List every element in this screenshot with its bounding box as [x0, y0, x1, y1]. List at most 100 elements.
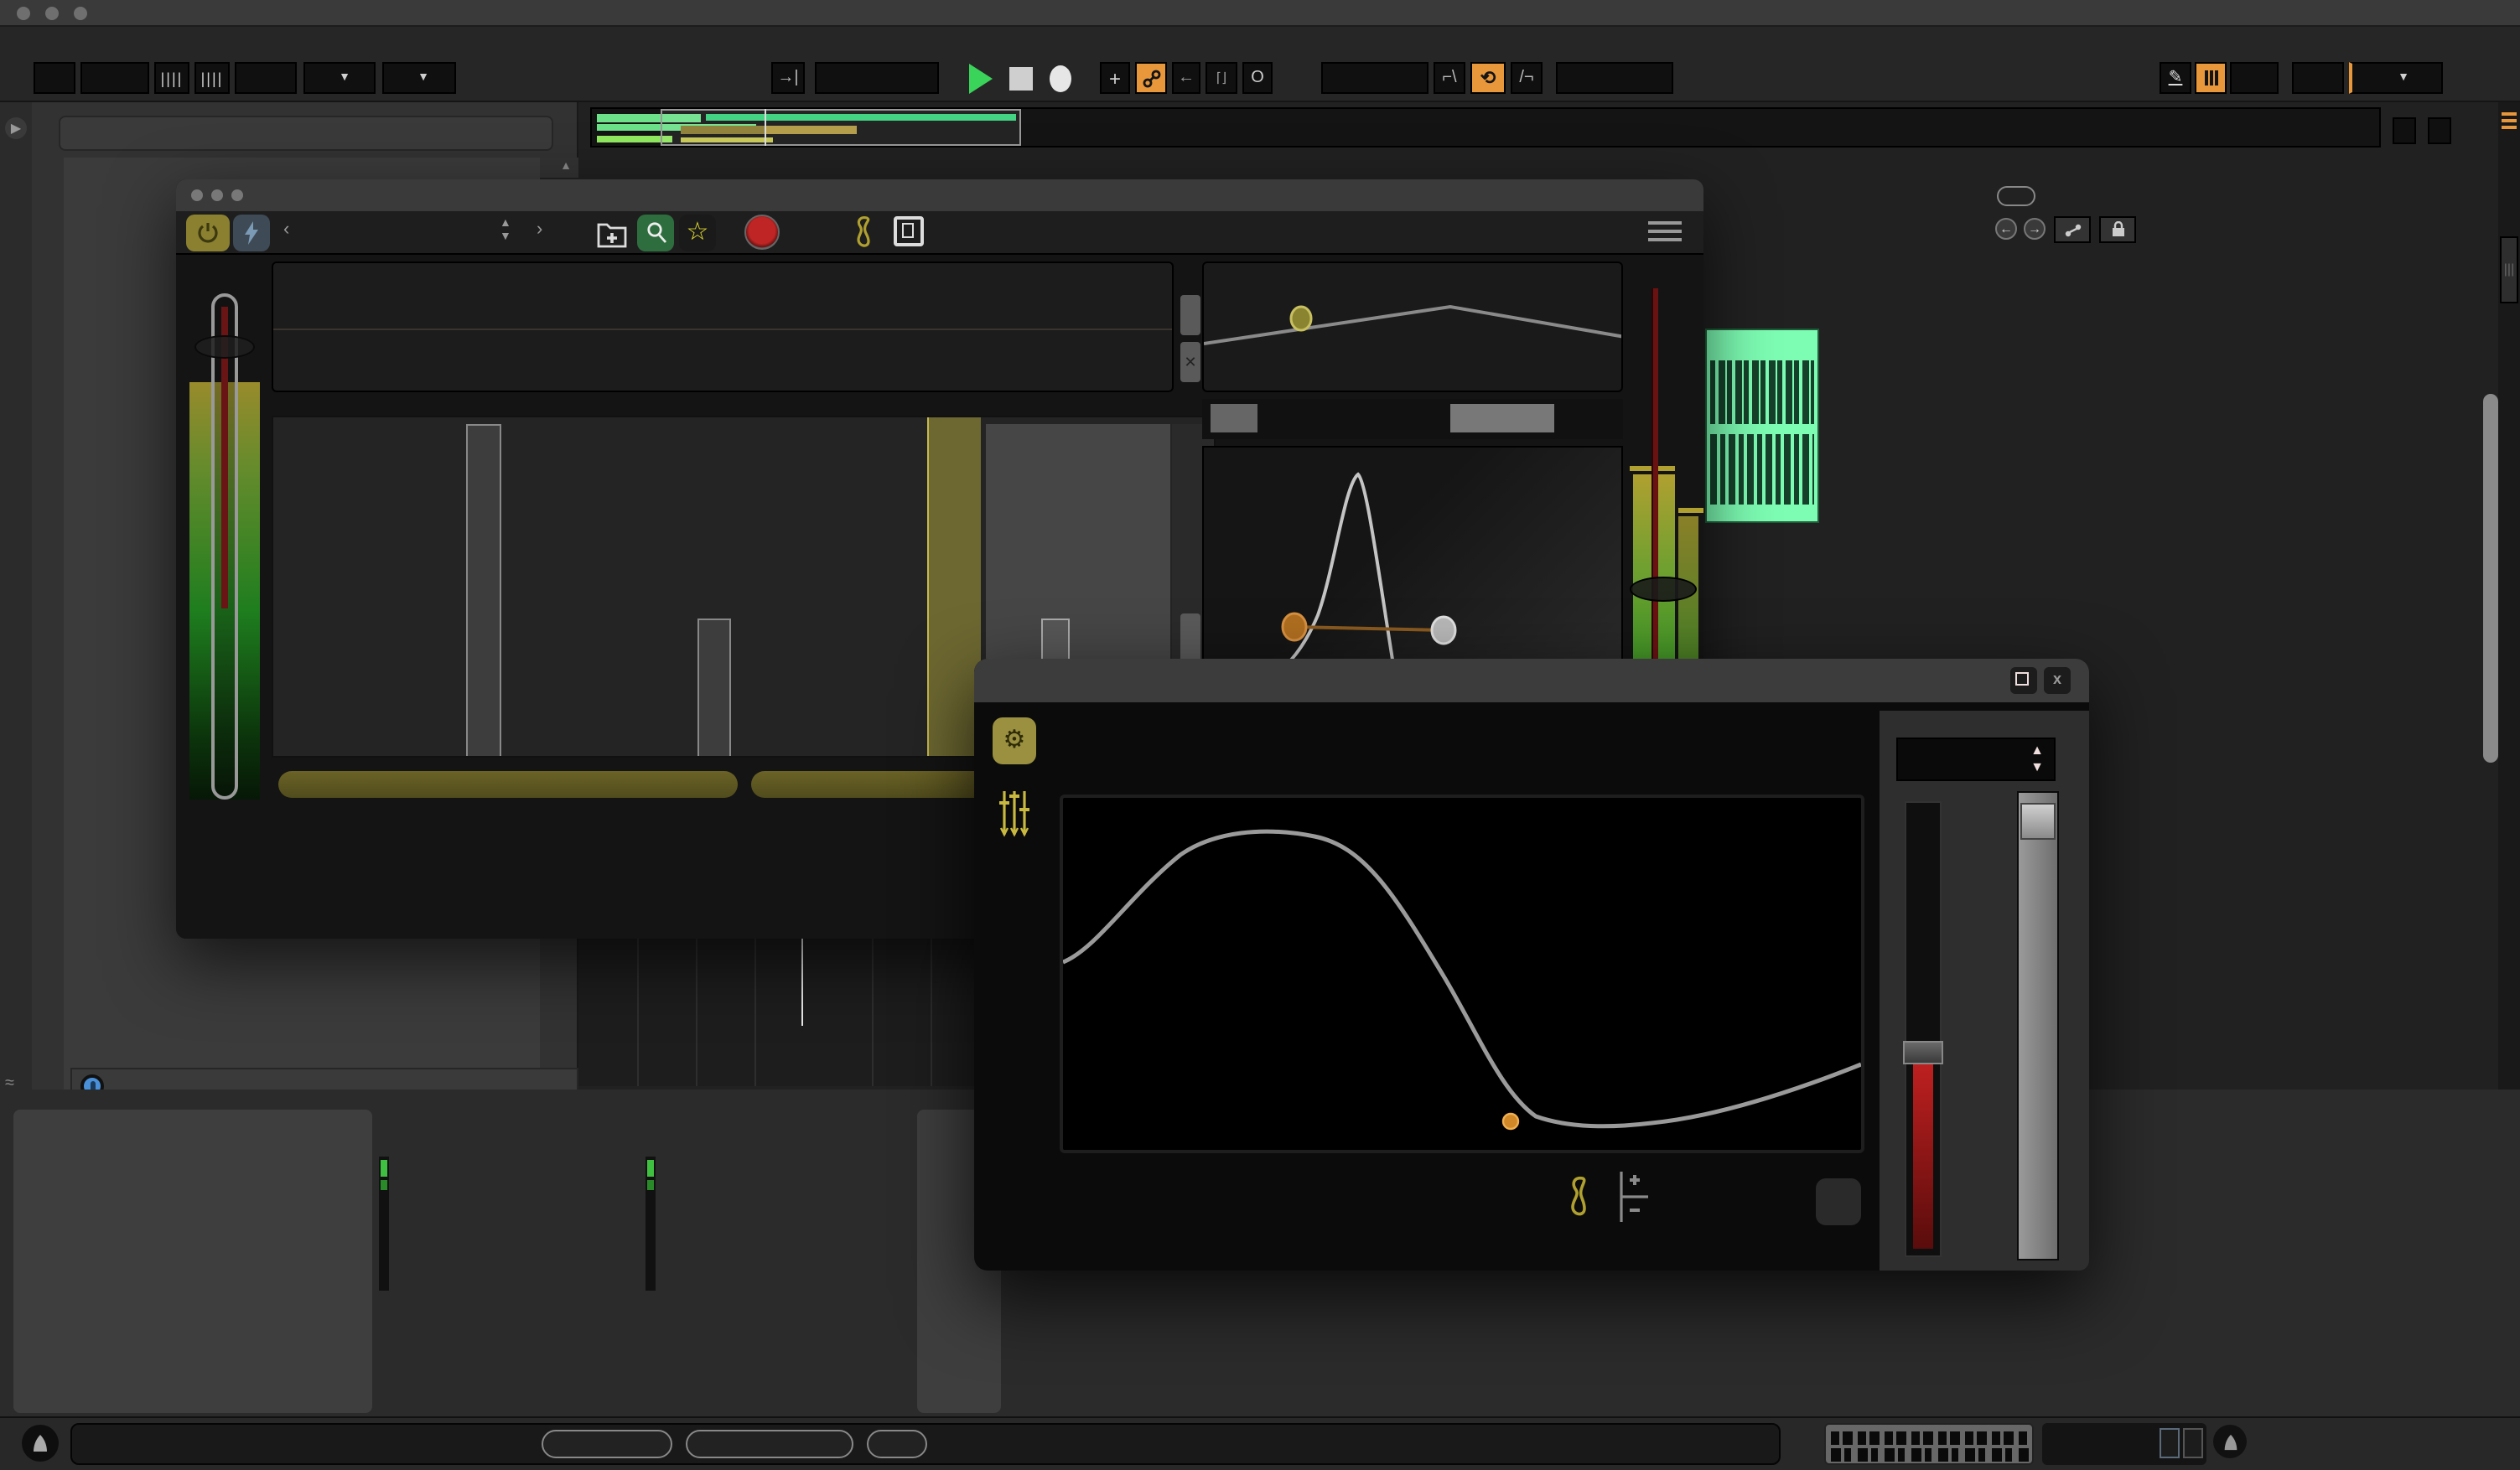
browser-collapse-icon[interactable]: ▶ [5, 117, 27, 139]
current-clip-box[interactable] [2042, 1423, 2206, 1465]
folder-plus-icon [595, 216, 629, 250]
stop-button[interactable] [1009, 67, 1033, 91]
search-input[interactable] [59, 116, 553, 151]
thru-fader-slot[interactable] [211, 293, 238, 800]
save-preset-button[interactable] [595, 216, 629, 250]
ostrich-icon[interactable] [850, 215, 877, 251]
browse-button[interactable] [637, 215, 674, 251]
next-preset-button[interactable]: › [537, 220, 542, 240]
session-scrollbar[interactable] [2483, 394, 2498, 763]
active-step-column[interactable] [927, 417, 981, 758]
overview-height-button[interactable] [2393, 117, 2416, 144]
midi-map-button[interactable] [2292, 62, 2344, 94]
arrangement-position-field[interactable] [815, 62, 939, 94]
metronome-button[interactable]: ▼ [303, 62, 376, 94]
mods-param-row [1060, 1170, 1529, 1237]
back-to-arrangement-button[interactable]: ← [1172, 62, 1200, 94]
input-waveform-panel[interactable] [272, 261, 1174, 392]
traffic-light-zoom[interactable] [74, 7, 87, 20]
window-thumbnail [2183, 1428, 2203, 1458]
key-map-button[interactable] [2230, 62, 2279, 94]
filter-freq-handle[interactable] [1283, 613, 1306, 640]
filter-link-handle[interactable] [1432, 617, 1455, 644]
ableton-logo-right [2213, 1425, 2247, 1458]
mods-window: x ⚙ ▲▼ [974, 659, 2089, 1271]
quantize-menu[interactable]: ▼ [382, 62, 456, 94]
groove-pool-icon[interactable]: |||| [154, 62, 189, 94]
enabled-fader[interactable] [2017, 791, 2059, 1260]
update-now-button[interactable] [542, 1430, 672, 1458]
arrangement-overview[interactable] [590, 107, 2381, 148]
mods-tab-row [1050, 707, 1804, 774]
freq-envelope-panel[interactable] [1202, 261, 1623, 392]
mods-mixer-icon[interactable] [998, 788, 1031, 838]
help-button[interactable] [867, 1430, 927, 1458]
mods-close-button[interactable]: x [2044, 667, 2071, 694]
device-meter [379, 1157, 389, 1291]
hot-swap-lightning-button[interactable] [233, 215, 270, 251]
prev-preset-button[interactable]: ‹ [283, 220, 289, 240]
tap-tempo-button[interactable] [34, 62, 75, 94]
vertical-scroll-grip[interactable]: ||| [2500, 236, 2518, 303]
skew-slider[interactable] [1450, 404, 1554, 432]
glitcher-fader-thumb[interactable] [1630, 577, 1697, 602]
spinner-icon: ▲▼ [2030, 743, 2044, 776]
time-signature-field[interactable] [235, 62, 297, 94]
traffic-light-close[interactable] [191, 189, 203, 201]
marquee-selection-icon[interactable]: ⌈⌋ [1206, 62, 1237, 94]
clip-overview-waveform[interactable] [1824, 1423, 2034, 1465]
groove-amount-menu[interactable]: ▼ [2349, 62, 2443, 94]
mods-ostrich-icon[interactable] [1564, 1175, 1593, 1222]
punch-out-button[interactable]: /¬ [1511, 62, 1543, 94]
percent-tab[interactable] [1180, 295, 1200, 335]
seq-curve-handle[interactable] [1503, 1114, 1518, 1129]
device-on-button[interactable] [186, 215, 230, 251]
arrangement-clip-stutter[interactable] [1705, 329, 1819, 523]
midi-overdub-button[interactable] [1135, 62, 1167, 94]
plugin-title-bar[interactable] [176, 179, 1703, 211]
freq-slider[interactable] [1211, 404, 1257, 432]
envelope-handle[interactable] [1291, 307, 1311, 330]
thru-fader-thumb[interactable] [194, 335, 255, 359]
seq-curve-panel[interactable] [1060, 795, 1864, 1153]
mods-range-icon[interactable] [1615, 1172, 1651, 1222]
mods-float-button[interactable] [2010, 667, 2037, 694]
traffic-light-close[interactable] [17, 7, 30, 20]
loop-start-field[interactable] [1321, 62, 1429, 94]
ableton-logo [22, 1425, 59, 1462]
loop-button[interactable]: ⟲ [1470, 62, 1506, 94]
overview-width-button[interactable] [2428, 117, 2451, 144]
mods-settings-button[interactable]: ⚙ [993, 717, 1036, 764]
new-midi-button[interactable]: + [1100, 62, 1130, 94]
window-mode-button[interactable] [894, 216, 924, 246]
overview-selection[interactable] [661, 109, 1021, 146]
follow-button[interactable]: →| [771, 62, 805, 94]
mod-amount-slider[interactable] [1905, 801, 1942, 1257]
traffic-light-zoom[interactable] [231, 189, 243, 201]
enable-mode-dropdown[interactable]: ▲▼ [1896, 738, 2056, 781]
record-button[interactable] [1050, 65, 1071, 92]
tempo-field[interactable] [80, 62, 149, 94]
favorite-star-button[interactable]: ☆ [679, 215, 716, 251]
bypass-tab[interactable]: ✕ [1180, 342, 1200, 382]
computer-midi-keyboard-button[interactable] [2195, 62, 2227, 94]
pencil-circle-icon[interactable]: O [1242, 62, 1273, 94]
play-button[interactable] [969, 64, 993, 94]
traffic-light-minimize[interactable] [211, 189, 223, 201]
record-knob[interactable] [744, 215, 780, 250]
app-window: |||| |||| ▼ ▼ →| + ← ⌈⌋ O ⌐\ ⟲ /¬ ✎ ▼ ▶ … [0, 0, 2520, 1470]
mods-enable-panel: ▲▼ [1880, 711, 2089, 1271]
punch-in-button[interactable]: ⌐\ [1434, 62, 1465, 94]
draw-mode-button[interactable]: ✎ [2160, 62, 2191, 94]
overview-playhead [765, 109, 766, 146]
plugin-menu-icon[interactable] [1648, 221, 1682, 243]
overview-menu-icon[interactable] [2502, 112, 2517, 132]
preset-spinner[interactable]: ▲▼ [500, 218, 511, 245]
traffic-light-minimize[interactable] [45, 7, 59, 20]
loop-length-field[interactable] [1556, 62, 1673, 94]
remind-me-later-button[interactable] [686, 1430, 853, 1458]
clip-detail-panel[interactable] [13, 1110, 372, 1413]
mods-x-button[interactable] [1816, 1178, 1861, 1225]
nudge-icon[interactable]: |||| [194, 62, 230, 94]
mods-title-bar[interactable]: x [974, 659, 2089, 702]
